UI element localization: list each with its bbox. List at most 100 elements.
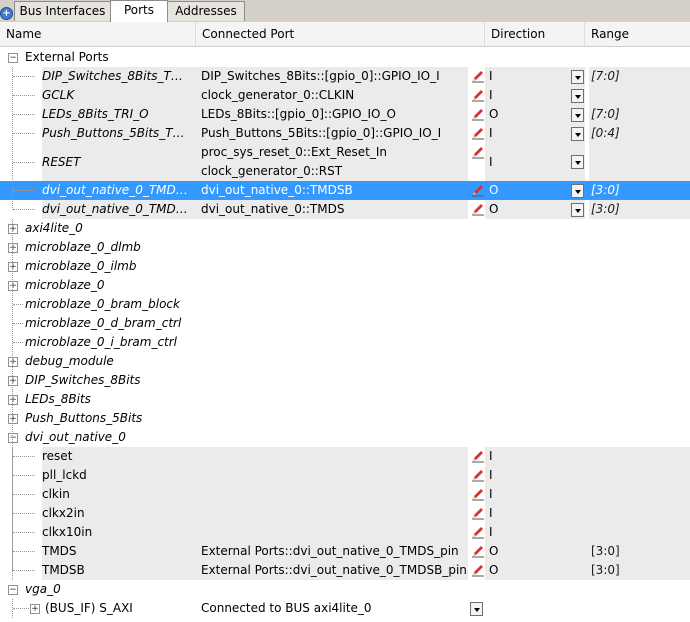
pencil-edit-icon[interactable]	[471, 202, 485, 216]
connected-port-value[interactable]: DIP_Switches_8Bits::[gpio_0]::GPIO_IO_I	[196, 67, 468, 86]
pencil-edit-icon[interactable]	[471, 88, 485, 102]
range-value[interactable]	[585, 523, 690, 542]
pencil-edit-icon[interactable]	[471, 563, 485, 577]
expand-icon[interactable]: +	[8, 414, 18, 424]
range-value[interactable]	[585, 466, 690, 485]
pencil-edit-icon[interactable]	[471, 126, 485, 140]
external-port-row[interactable]: dvi_out_native_0_TMD… dvi_out_native_0::T…	[0, 181, 690, 200]
external-port-row[interactable]: RESET proc_sys_reset_0::Ext_Reset_In clock…	[0, 143, 690, 181]
expand-icon[interactable]: +	[8, 224, 18, 234]
tab-ports[interactable]: Ports	[110, 0, 168, 23]
direction-dropdown[interactable]	[571, 155, 584, 169]
range-value[interactable]: [3:0]	[589, 181, 690, 200]
range-value[interactable]: [7:0]	[589, 105, 690, 124]
connected-port-value[interactable]: clock_generator_0::RST	[196, 162, 468, 181]
direction-dropdown[interactable]	[571, 108, 584, 122]
bus-connection-value[interactable]: Connected to BUS axi4lite_0	[196, 599, 468, 618]
external-port-row[interactable]: Push_Buttons_5Bits_T… Push_Buttons_5Bits:…	[0, 124, 690, 143]
bus-connection-dropdown[interactable]	[470, 602, 483, 616]
instance-node[interactable]: microblaze_0_i_bram_ctrl	[0, 333, 690, 352]
tab-bus-interfaces[interactable]: Bus Interfaces	[14, 1, 111, 21]
instance-node[interactable]: Push_Buttons_5Bits	[0, 409, 690, 428]
dvi-port-row[interactable]: clkx2in I	[0, 504, 690, 523]
instance-node[interactable]: microblaze_0_d_bram_ctrl	[0, 314, 690, 333]
direction-dropdown[interactable]	[571, 89, 584, 103]
pencil-edit-icon[interactable]	[471, 145, 485, 159]
dvi-out-native-node[interactable]: dvi_out_native_0	[0, 428, 690, 447]
instance-node[interactable]: axi4lite_0	[0, 219, 690, 238]
connected-port-value[interactable]	[196, 485, 468, 504]
instance-node[interactable]: debug_module	[0, 352, 690, 371]
bus-interface-row[interactable]: (BUS_IF) S_AXI Connected to BUS axi4lite_…	[0, 599, 690, 618]
range-value[interactable]: [0:4]	[589, 124, 690, 143]
connected-port-value[interactable]: External Ports::dvi_out_native_0_TMDSB_p…	[196, 561, 468, 580]
pencil-edit-icon[interactable]	[471, 506, 485, 520]
pencil-edit-icon[interactable]	[471, 487, 485, 501]
range-value[interactable]	[585, 504, 690, 523]
dvi-port-row[interactable]: TMDSB External Ports::dvi_out_native_0_TM…	[0, 561, 690, 580]
expand-icon[interactable]: +	[8, 243, 18, 253]
instance-node[interactable]: microblaze_0_bram_block	[0, 295, 690, 314]
collapse-icon[interactable]: −	[8, 433, 18, 443]
connected-port-value[interactable]: External Ports::dvi_out_native_0_TMDS_pi…	[196, 542, 468, 561]
range-value[interactable]: [7:0]	[589, 67, 690, 86]
direction-dropdown[interactable]	[571, 127, 584, 141]
connected-port-value[interactable]	[196, 504, 468, 523]
range-value[interactable]: [3:0]	[585, 561, 690, 580]
expand-icon[interactable]: +	[30, 604, 40, 614]
column-direction[interactable]: Direction	[485, 22, 585, 46]
instance-node[interactable]: LEDs_8Bits	[0, 390, 690, 409]
instance-node[interactable]: DIP_Switches_8Bits	[0, 371, 690, 390]
expand-icon[interactable]: +	[8, 357, 18, 367]
external-port-row[interactable]: dvi_out_native_0_TMD… dvi_out_native_0::T…	[0, 200, 690, 219]
connected-port-value[interactable]: Push_Buttons_5Bits::[gpio_0]::GPIO_IO_I	[196, 124, 468, 143]
connected-port-value[interactable]	[196, 466, 468, 485]
tab-addresses[interactable]: Addresses	[167, 1, 245, 21]
instance-node[interactable]: microblaze_0_ilmb	[0, 257, 690, 276]
external-port-row[interactable]: LEDs_8Bits_TRI_O LEDs_8Bits::[gpio_0]::GP…	[0, 105, 690, 124]
range-value[interactable]	[585, 447, 690, 466]
connected-port-value[interactable]: clock_generator_0::CLKIN	[196, 86, 468, 105]
range-value[interactable]: [3:0]	[589, 200, 690, 219]
collapse-icon[interactable]: −	[8, 585, 18, 595]
external-port-row[interactable]: GCLK clock_generator_0::CLKIN I	[0, 86, 690, 105]
expand-icon[interactable]: +	[8, 262, 18, 272]
direction-dropdown[interactable]	[571, 70, 584, 84]
column-name[interactable]: Name	[0, 22, 196, 46]
direction-dropdown[interactable]	[571, 203, 584, 217]
external-ports-node[interactable]: External Ports	[0, 48, 690, 67]
collapse-icon[interactable]: −	[8, 53, 18, 63]
pencil-edit-icon[interactable]	[471, 544, 485, 558]
column-range[interactable]: Range	[585, 22, 690, 46]
dvi-port-row[interactable]: reset I	[0, 447, 690, 466]
dvi-port-row[interactable]: pll_lckd I	[0, 466, 690, 485]
range-value[interactable]	[589, 143, 690, 181]
dvi-port-row[interactable]: TMDS External Ports::dvi_out_native_0_TMD…	[0, 542, 690, 561]
external-port-row[interactable]: DIP_Switches_8Bits_T… DIP_Switches_8Bits:…	[0, 67, 690, 86]
pencil-edit-icon[interactable]	[471, 449, 485, 463]
dvi-port-row[interactable]: clkx10in I	[0, 523, 690, 542]
expand-icon[interactable]: +	[8, 281, 18, 291]
dvi-port-row[interactable]: clkin I	[0, 485, 690, 504]
instance-node[interactable]: microblaze_0	[0, 276, 690, 295]
connected-port-value[interactable]: dvi_out_native_0::TMDSB	[196, 181, 468, 200]
range-value[interactable]	[585, 485, 690, 504]
expand-icon[interactable]: +	[8, 376, 18, 386]
expand-icon[interactable]: +	[8, 395, 18, 405]
column-connected-port[interactable]: Connected Port	[196, 22, 485, 46]
instance-node[interactable]: microblaze_0_dlmb	[0, 238, 690, 257]
pencil-edit-icon[interactable]	[471, 183, 485, 197]
connected-port-value[interactable]: dvi_out_native_0::TMDS	[196, 200, 468, 219]
pencil-edit-icon[interactable]	[471, 107, 485, 121]
connected-port-value[interactable]: proc_sys_reset_0::Ext_Reset_In	[196, 143, 468, 162]
vga-node[interactable]: vga_0	[0, 580, 690, 599]
add-icon[interactable]: +	[0, 7, 13, 20]
direction-dropdown[interactable]	[571, 184, 584, 198]
pencil-edit-icon[interactable]	[471, 468, 485, 482]
connected-port-value[interactable]	[196, 523, 468, 542]
connected-port-value[interactable]	[196, 447, 468, 466]
pencil-edit-icon[interactable]	[471, 69, 485, 83]
range-value[interactable]: [3:0]	[585, 542, 690, 561]
pencil-edit-icon[interactable]	[471, 525, 485, 539]
range-value[interactable]	[589, 86, 690, 105]
